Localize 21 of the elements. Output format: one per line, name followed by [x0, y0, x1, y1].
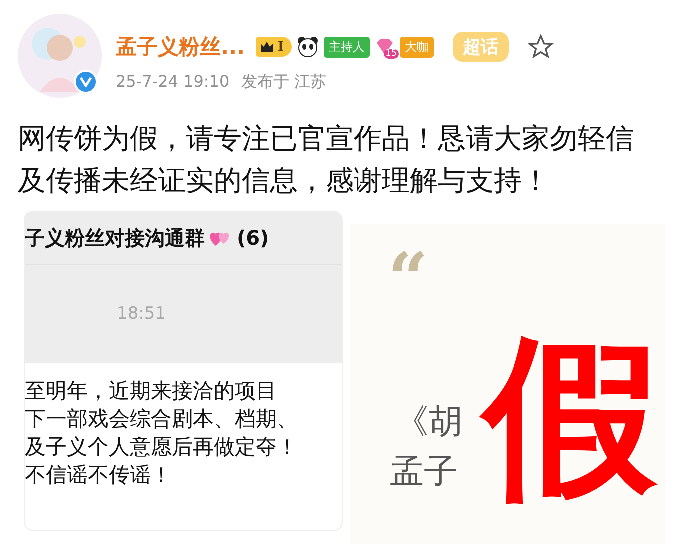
level-badge: I [256, 37, 292, 57]
message-line: 下一部戏会综合剧本、档期、 [25, 406, 299, 433]
quote-mark: “ [388, 244, 428, 314]
stamp-character: 假 [480, 314, 663, 524]
badge-label: 大咖 [400, 36, 434, 58]
post-time: 25-7-24 19:10 [116, 72, 230, 93]
post-location: 发布于 江苏 [242, 72, 327, 93]
post-text: 网传饼为假，请专注已官宣作品！恳请大家勿轻信及传播未经证实的信息，感谢理解与支持！ [18, 121, 634, 199]
message-line: 及子义个人意愿后再做定夺！ [25, 434, 299, 461]
quote-text: 孟子 [390, 452, 458, 493]
badge-label: 主持人 [324, 36, 370, 58]
avatar[interactable] [18, 14, 102, 98]
author-name[interactable]: 孟子义粉丝... [116, 33, 245, 61]
message-line: 至明年，近期来接洽的项目 [25, 378, 278, 405]
message-time: 18:51 [117, 304, 166, 324]
member-count: (6) [237, 226, 270, 250]
chat-title: 子义粉丝对接沟通群 [25, 224, 205, 252]
message-line: 不信谣不传谣！ [25, 462, 173, 489]
panda-icon [297, 36, 320, 58]
star-icon[interactable] [528, 34, 554, 60]
quote-title: 《胡 [395, 402, 463, 443]
